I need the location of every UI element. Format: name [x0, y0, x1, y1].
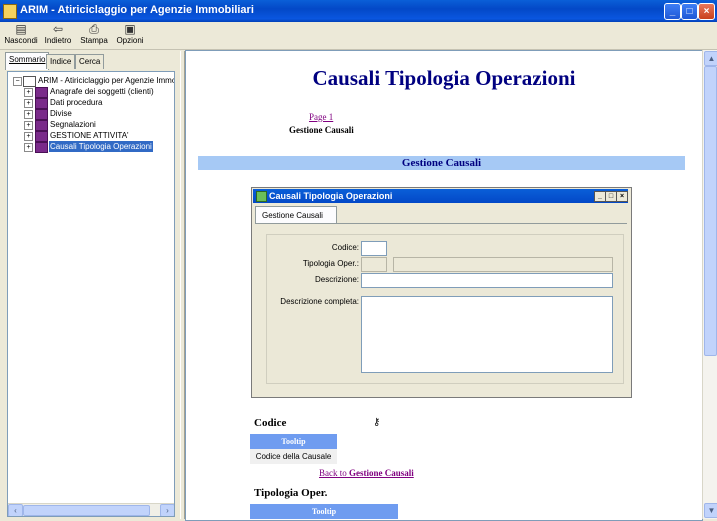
page-subtitle: Gestione Causali — [289, 125, 354, 135]
descrizione-completa-label: Descrizione completa: — [280, 297, 359, 306]
navigation-pane: Sommario Indice Cerca − ARIM - Atiricicl… — [3, 51, 179, 517]
close-button[interactable]: × — [698, 3, 715, 20]
key-icon: ⚷ — [373, 417, 381, 428]
tree-item-selected[interactable]: + Causali Tipologia Operazioni — [8, 141, 174, 153]
dialog-title-bar: Causali Tipologia Operazioni _ □ × — [253, 189, 628, 203]
field-codice-heading: Codice — [254, 417, 287, 429]
tab-line — [255, 223, 627, 224]
collapse-icon[interactable]: − — [13, 77, 22, 86]
vertical-scrollbar[interactable]: ▲ ▼ — [702, 50, 717, 519]
tab-index[interactable]: Indice — [46, 54, 76, 69]
window-title: ARIM - Atiriciclaggio per Agenzie Immobi… — [20, 4, 254, 16]
dialog-close-icon: × — [616, 191, 628, 202]
tree-item[interactable]: + Divise — [8, 108, 174, 120]
dialog-preview: Causali Tipologia Operazioni _ □ × Gesti… — [251, 187, 632, 398]
options-button[interactable]: ▣ Opzioni — [114, 22, 146, 46]
expand-icon[interactable]: + — [24, 132, 33, 141]
back-button[interactable]: ⇦ Indietro — [42, 22, 74, 46]
tipologia-code-field — [361, 257, 387, 272]
scroll-up-icon[interactable]: ▲ — [704, 51, 717, 66]
expand-icon[interactable]: + — [24, 88, 33, 97]
title-bar: ARIM - Atiriciclaggio per Agenzie Immobi… — [0, 0, 717, 22]
expand-icon[interactable]: + — [24, 110, 33, 119]
expand-icon[interactable]: + — [24, 99, 33, 108]
tree-item[interactable]: + GESTIONE ATTIVITA' — [8, 130, 174, 142]
options-icon: ▣ — [124, 22, 136, 36]
tab-search[interactable]: Cerca — [75, 54, 105, 69]
scroll-down-icon[interactable]: ▼ — [704, 503, 717, 518]
book-icon — [35, 142, 48, 153]
content-pane: Causali Tipologia Operazioni Page 1 Gest… — [185, 50, 703, 521]
tooltip-header: Tooltip — [250, 434, 337, 449]
tooltip-header: Tooltip — [250, 504, 398, 519]
descrizione-label: Descrizione: — [314, 275, 359, 284]
tipologia-label: Tipologia Oper.: — [302, 259, 359, 268]
back-arrow-icon: ⇦ — [52, 22, 64, 36]
hide-icon: ▤ — [15, 22, 27, 36]
printer-icon: ⎙ — [89, 22, 99, 36]
tipologia-desc-field — [393, 257, 613, 272]
contents-tree: − ARIM - Atiriciclaggio per Agenzie Immo… — [7, 71, 175, 517]
scroll-thumb[interactable] — [23, 505, 150, 516]
dialog-tab: Gestione Causali — [255, 206, 337, 223]
tab-contents[interactable]: Sommario — [5, 52, 50, 70]
tree-item[interactable]: + Dati procedura — [8, 97, 174, 109]
descrizione-field — [361, 273, 613, 288]
page-link[interactable]: Page 1 — [309, 112, 333, 122]
scroll-left-icon[interactable]: ‹ — [8, 504, 23, 516]
form-icon — [256, 191, 267, 202]
descrizione-completa-field — [361, 296, 613, 373]
codice-label: Codice: — [331, 243, 359, 252]
tree-root[interactable]: − ARIM - Atiriciclaggio per Agenzie Immo… — [8, 75, 174, 87]
page-title: Causali Tipologia Operazioni — [312, 66, 576, 90]
tree-item[interactable]: + Anagrafe dei soggetti (clienti) — [8, 86, 174, 98]
expand-icon[interactable]: + — [24, 121, 33, 130]
print-button[interactable]: ⎙ Stampa — [79, 22, 109, 46]
horizontal-scrollbar[interactable]: ‹ › — [8, 503, 174, 516]
maximize-button[interactable]: □ — [681, 3, 698, 20]
expand-icon[interactable]: + — [24, 143, 33, 152]
scroll-thumb[interactable] — [704, 66, 717, 356]
toolbar: ▤ Nascondi ⇦ Indietro ⎙ Stampa ▣ Opzioni — [0, 22, 717, 50]
minimize-button[interactable]: _ — [664, 3, 681, 20]
codice-field — [361, 241, 387, 256]
back-link[interactable]: Back to Gestione Causali — [319, 468, 414, 478]
tree-item[interactable]: + Segnalazioni — [8, 119, 174, 131]
hide-button[interactable]: ▤ Nascondi — [4, 22, 38, 46]
field-tipologia-heading: Tipologia Oper. — [254, 487, 328, 499]
tooltip-text: Codice della Causale — [250, 449, 337, 464]
app-icon — [3, 4, 17, 19]
section-header: Gestione Causali — [198, 156, 685, 170]
scroll-right-icon[interactable]: › — [160, 504, 174, 516]
